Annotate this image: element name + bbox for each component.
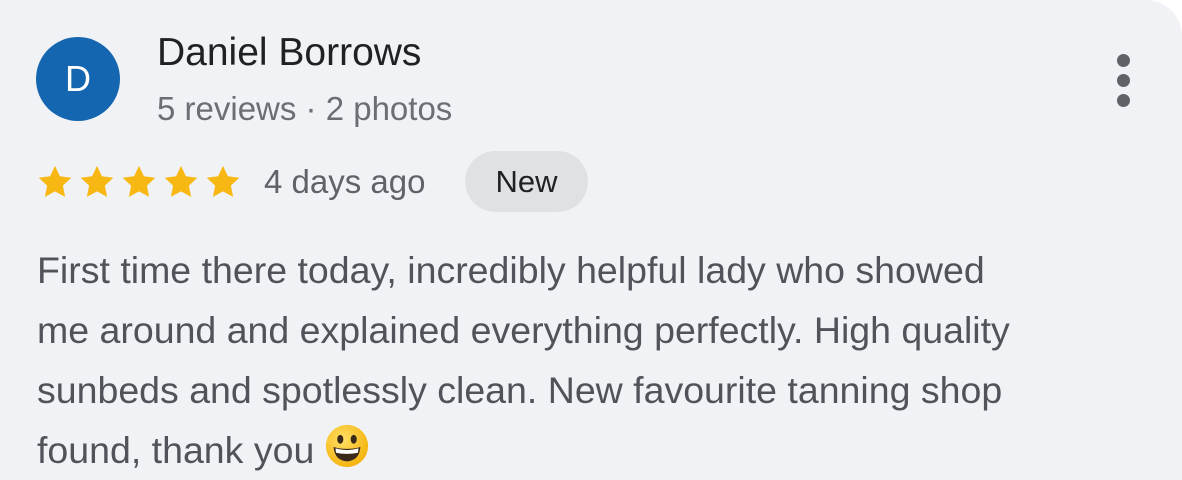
star-icon [206,165,240,197]
reviewer-name[interactable]: Daniel Borrows [157,30,421,76]
star-icon [38,165,72,197]
review-time: 4 days ago [264,163,426,200]
more-options-button[interactable] [1104,50,1144,110]
review-text-line: me around and explained everything perfe… [37,309,1010,351]
star-icon [122,165,156,197]
new-badge: New [465,151,588,212]
star-icon [164,165,198,197]
grinning-face-emoji [326,424,369,468]
review-text-line: found, thank you [37,429,315,471]
review-card: D Daniel Borrows 5 reviews · 2 photos 4 … [0,0,1182,480]
review-text-line-last: found, thank you [37,420,1162,480]
review-text: First time there today, incredibly helpf… [37,240,1162,480]
review-text-line: First time there today, incredibly helpf… [37,249,985,291]
reviewer-meta: 5 reviews · 2 photos [157,90,453,127]
star-rating [36,163,242,201]
review-text-line: sunbeds and spotlessly clean. New favour… [37,369,1003,411]
avatar[interactable]: D [36,37,120,121]
star-icon [80,165,114,197]
